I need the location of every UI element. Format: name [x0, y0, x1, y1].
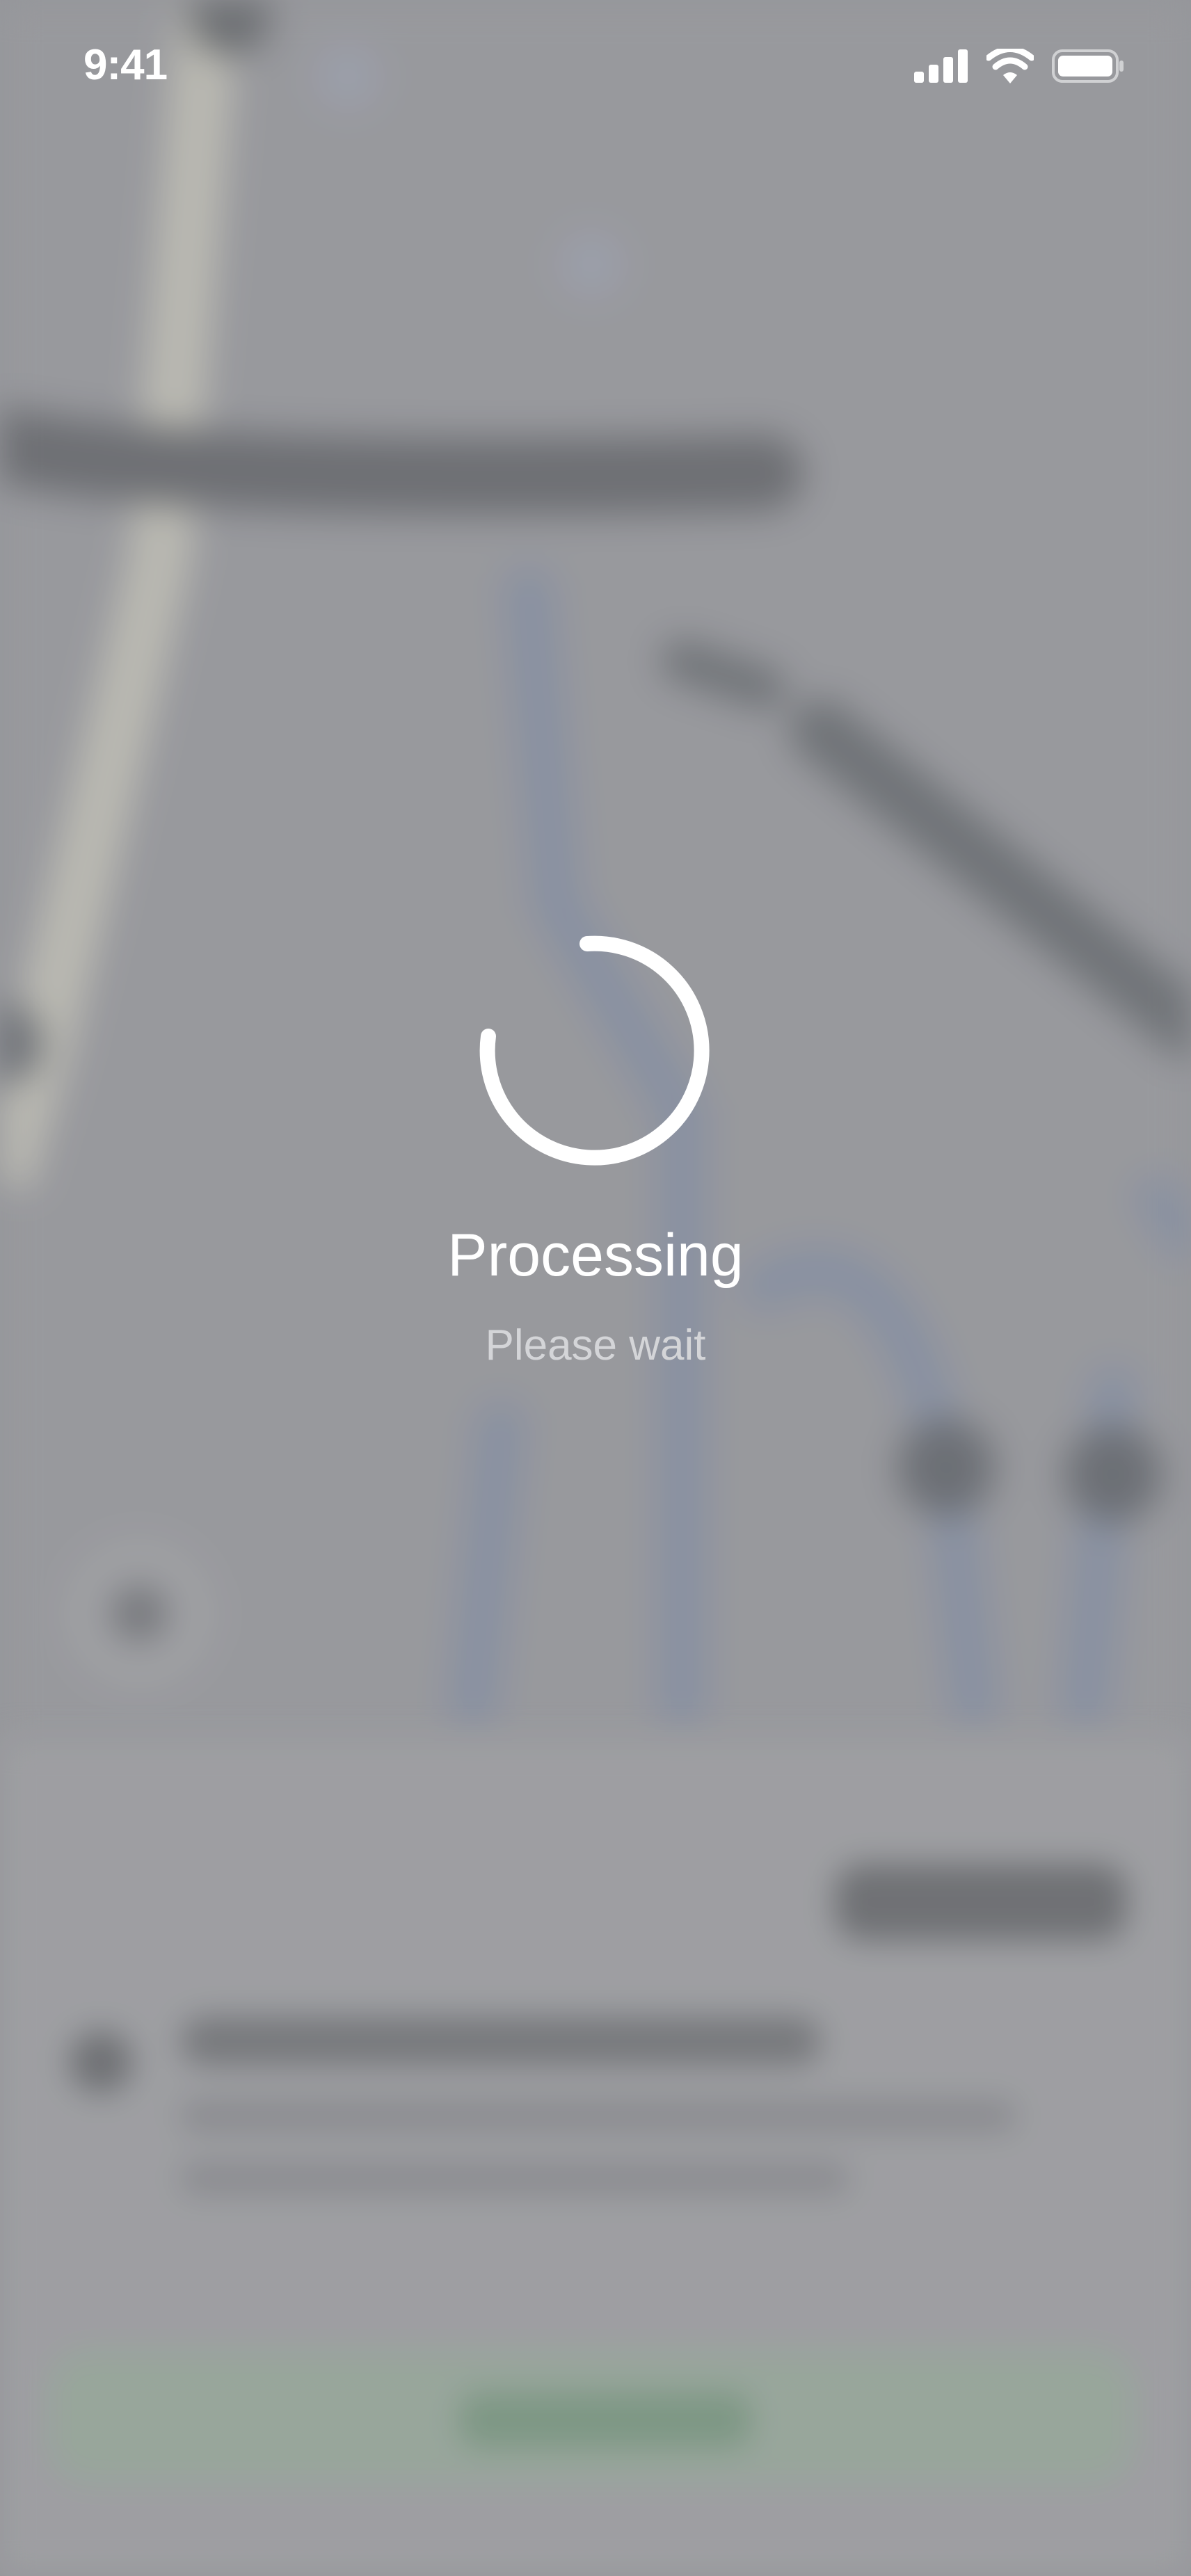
processing-screen: 9:41 Processing Please wait: [0, 0, 1191, 2576]
status-icons: [914, 46, 1124, 87]
loading-indicator: Processing Please wait: [0, 932, 1191, 1367]
spinner-icon: [479, 935, 710, 1166]
loading-subtitle: Please wait: [485, 1321, 706, 1369]
status-time: 9:41: [83, 41, 168, 89]
loading-title: Processing: [447, 1222, 744, 1289]
status-bar: 9:41: [0, 0, 1191, 139]
wifi-icon: [985, 46, 1035, 87]
battery-icon: [1052, 49, 1124, 87]
signal-icon: [914, 49, 968, 86]
